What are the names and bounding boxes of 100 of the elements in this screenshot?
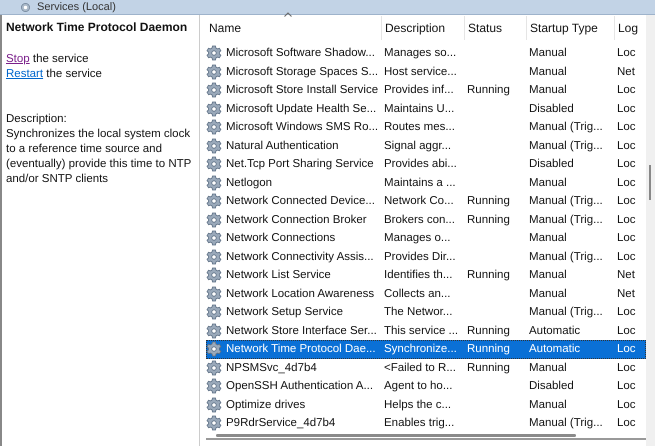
service-row[interactable]: Net.Tcp Port Sharing Service Provides abi... Disabled Loc xyxy=(206,155,646,174)
description-text: Synchronizes the local system clock to a reference time source and (eventually) provide this time to NTP and/or SNTP clients xyxy=(6,127,192,187)
log-on-as: Net xyxy=(616,66,636,78)
service-row[interactable]: Netlogon Maintains a ... Manual Loc xyxy=(206,174,646,192)
startup-type: Manual xyxy=(528,269,568,282)
log-on-as: Loc xyxy=(616,214,637,226)
column-header[interactable]: Startup Type xyxy=(527,16,615,40)
service-row[interactable]: Microsoft Update Health Se... Maintains U... Disabled Loc xyxy=(206,100,646,118)
service-description: Maintains U... xyxy=(383,102,456,115)
log-on-as: Loc xyxy=(616,343,637,356)
startup-type: Disabled xyxy=(528,102,575,115)
description-label: Description: xyxy=(6,112,68,127)
startup-type: Manual xyxy=(528,288,568,300)
service-description: Network Co... xyxy=(383,195,455,208)
service-description: Manages so... xyxy=(383,47,458,60)
log-on-as: Loc xyxy=(616,158,637,170)
service-name: Microsoft Windows SMS Ro... xyxy=(225,121,380,134)
log-on-as: Loc xyxy=(616,362,637,374)
service-description: Agent to ho... xyxy=(383,380,454,392)
action-text: the service xyxy=(32,53,88,65)
service-name: Network Connectivity Assis... xyxy=(225,250,375,263)
service-action-link[interactable]: Restart xyxy=(6,68,44,80)
service-row[interactable]: Network List Service Identifies th... Running Manual Net xyxy=(206,266,646,284)
service-row[interactable]: Network Connections Manages o... Manual Loc xyxy=(206,229,646,248)
service-name: OpenSSH Authentication A... xyxy=(225,380,374,392)
log-on-as: Loc xyxy=(616,121,637,134)
startup-type: Manual xyxy=(528,362,568,374)
log-on-as: Loc xyxy=(616,306,637,318)
startup-type: Manual (Trig... xyxy=(528,417,604,430)
service-name: Network List Service xyxy=(225,269,332,282)
action-text: the service xyxy=(46,68,102,80)
log-on-as: Net xyxy=(616,288,636,300)
service-row[interactable]: NPSMSvc_4d7b4 <Failed to R... Running Manual Loc xyxy=(206,358,646,377)
service-name: Microsoft Software Shadow... xyxy=(225,47,376,60)
service-name: Net.Tcp Port Sharing Service xyxy=(225,158,375,170)
startup-type: Manual (Trig... xyxy=(528,214,604,226)
service-description: Synchronize... xyxy=(383,343,458,356)
service-description: Helps the c... xyxy=(383,398,452,411)
service-description: Brokers con... xyxy=(383,214,456,226)
service-row[interactable]: Network Store Interface Ser... This service ... Running Automatic Loc xyxy=(206,322,646,340)
column-header[interactable]: Description xyxy=(382,16,465,40)
startup-type: Manual (Trig... xyxy=(528,121,604,134)
service-row[interactable]: Microsoft Storage Spaces S... Host service... Manual Net xyxy=(206,62,646,81)
service-name: Network Setup Service xyxy=(225,306,344,318)
service-row[interactable]: Optimize drives Helps the c... Manual Loc xyxy=(206,396,646,414)
log-on-as: Loc xyxy=(616,195,637,208)
service-row[interactable]: Microsoft Software Shadow... Manages so... Manual Loc xyxy=(206,44,646,62)
service-status: Running xyxy=(467,84,510,96)
startup-type: Manual xyxy=(528,84,568,96)
service-status: Running xyxy=(467,324,510,337)
startup-type: Manual xyxy=(528,232,568,244)
log-on-as: Loc xyxy=(616,84,637,96)
service-name: P9RdrService_4d7b4 xyxy=(225,417,336,430)
service-row[interactable]: Network Time Protocol Dae... Synchronize... Running Automatic Loc xyxy=(206,340,646,358)
startup-type: Automatic xyxy=(528,324,582,337)
service-row[interactable]: P9RdrService_4d7b4 Enables trig... Manual (Trig... Loc xyxy=(206,414,646,432)
service-description: Manages o... xyxy=(383,232,452,244)
service-name: Netlogon xyxy=(225,176,274,189)
pane-title: Services (Local) xyxy=(37,1,116,13)
column-header[interactable]: Log xyxy=(615,16,645,40)
service-name: Network Connection Broker xyxy=(225,214,368,226)
sort-caret-icon xyxy=(284,12,292,17)
horizontal-scrollbar[interactable] xyxy=(206,432,646,440)
startup-type: Manual xyxy=(528,66,568,78)
log-on-as: Loc xyxy=(616,140,637,152)
service-name: NPSMSvc_4d7b4 xyxy=(225,362,318,374)
service-row[interactable]: Network Location Awareness Collects an... Manual Net xyxy=(206,284,646,303)
service-row[interactable]: Network Connectivity Assis... Provides Dir... Manual (Trig... Loc xyxy=(206,248,646,266)
service-description: Provides inf... xyxy=(383,84,455,96)
log-on-as: Loc xyxy=(616,47,637,60)
column-header[interactable]: Status xyxy=(465,16,527,40)
service-row[interactable]: Natural Authentication Signal aggr... Manual (Trig... Loc xyxy=(206,136,646,155)
service-status: Running xyxy=(467,343,510,356)
log-on-as: Loc xyxy=(616,250,637,263)
service-status: Running xyxy=(467,214,510,226)
service-row[interactable]: Network Connection Broker Brokers con... Running Manual (Trig... Loc xyxy=(206,210,646,229)
service-description: Enables trig... xyxy=(383,417,456,430)
service-status: Running xyxy=(467,195,510,208)
service-name: Network Connections xyxy=(225,232,336,244)
service-status: Running xyxy=(467,362,510,374)
startup-type: Disabled xyxy=(528,158,575,170)
service-row[interactable]: Microsoft Windows SMS Ro... Routes mes... Manual (Trig... Loc xyxy=(206,118,646,136)
service-name: Network Time Protocol Dae... xyxy=(225,343,377,356)
vertical-scrollbar[interactable] xyxy=(646,15,655,446)
startup-type: Manual xyxy=(528,47,568,60)
service-description: Maintains a ... xyxy=(383,176,457,189)
service-description: Identifies th... xyxy=(383,269,454,282)
startup-type: Automatic xyxy=(528,343,582,356)
service-row[interactable]: Network Setup Service The Networ... Manual (Trig... Loc xyxy=(206,303,646,322)
service-description: The Networ... xyxy=(383,306,454,318)
log-on-as: Net xyxy=(616,269,636,282)
column-header[interactable]: Name xyxy=(206,16,382,40)
service-row[interactable]: OpenSSH Authentication A... Agent to ho... Disabled Loc xyxy=(206,377,646,396)
service-name: Microsoft Store Install Service xyxy=(225,84,380,96)
service-name: Network Connected Device... xyxy=(225,195,376,208)
service-row[interactable]: Network Connected Device... Network Co... Running Manual (Trig... Loc xyxy=(206,192,646,210)
service-row[interactable]: Microsoft Store Install Service Provides inf... Running Manual Loc xyxy=(206,81,646,100)
startup-type: Manual xyxy=(528,176,568,189)
service-action-link[interactable]: Stop xyxy=(6,53,30,65)
service-name: Network Store Interface Ser... xyxy=(225,324,378,337)
